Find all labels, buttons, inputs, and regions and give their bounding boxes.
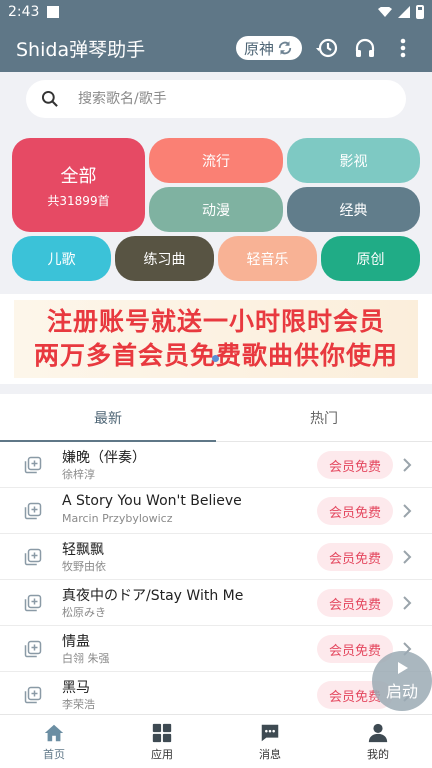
play-icon bbox=[398, 662, 408, 674]
song-list: 嫌晚（伴奏） 徐梓淳 会员免费 A Story You Won't Believe Ma… bbox=[0, 442, 432, 714]
category-label: 原创 bbox=[356, 251, 385, 268]
category-all[interactable]: 全部 共31899首 bbox=[12, 138, 145, 232]
history-button[interactable] bbox=[314, 35, 340, 61]
app-bar: Shida弹琴助手 原神 bbox=[0, 24, 432, 72]
signal-icon bbox=[398, 6, 410, 18]
notification-icon bbox=[47, 6, 60, 18]
search-area bbox=[0, 72, 432, 128]
category-all-count: 共31899首 bbox=[47, 193, 110, 208]
headphones-icon bbox=[355, 38, 375, 57]
more-vert-icon bbox=[400, 38, 406, 58]
song-row[interactable]: A Story You Won't Believe Marcin Przybylo… bbox=[0, 488, 432, 534]
tab-hot[interactable]: 热门 bbox=[216, 394, 432, 441]
song-artist: 徐梓淳 bbox=[62, 468, 95, 481]
headphones-button[interactable] bbox=[352, 35, 378, 61]
song-title: 嫌晚（伴奏） bbox=[62, 450, 146, 466]
song-artist: 牧野由依 bbox=[62, 560, 106, 573]
nav-profile[interactable]: 我的 bbox=[324, 715, 432, 768]
promo-banner[interactable]: 注册账号就送一小时限时会员 两万多首会员免费歌曲供你使用 bbox=[14, 300, 418, 378]
song-row[interactable]: 嫌晚（伴奏） 徐梓淳 会员免费 bbox=[0, 442, 432, 488]
battery-icon bbox=[416, 5, 424, 19]
banner-indicator-dot bbox=[212, 355, 219, 362]
category-label: 动漫 bbox=[202, 202, 230, 219]
nav-label: 我的 bbox=[367, 747, 389, 761]
category-grid: 全部 共31899首 流行 影视 动漫 经典 儿歌 练习曲 轻音乐 原创 bbox=[0, 128, 432, 290]
category-label: 影视 bbox=[339, 153, 368, 170]
more-button[interactable] bbox=[390, 35, 416, 61]
category-pop[interactable]: 流行 bbox=[149, 138, 283, 183]
message-icon bbox=[261, 724, 279, 741]
nav-label: 消息 bbox=[259, 747, 281, 761]
tab-latest[interactable]: 最新 bbox=[0, 394, 216, 442]
search-icon bbox=[41, 90, 58, 107]
chevron-right-icon[interactable] bbox=[401, 457, 413, 473]
song-title: 轻飘飘 bbox=[62, 542, 104, 558]
chevron-right-icon[interactable] bbox=[401, 595, 413, 611]
chevron-right-icon[interactable] bbox=[401, 549, 413, 565]
nav-home[interactable]: 首页 bbox=[0, 715, 108, 768]
bottom-nav: 首页 应用 消息 我的 bbox=[0, 714, 432, 768]
add-to-list-icon[interactable] bbox=[24, 548, 42, 566]
refresh-icon bbox=[278, 41, 292, 55]
nav-label: 应用 bbox=[151, 747, 173, 761]
add-to-list-icon[interactable] bbox=[24, 686, 42, 704]
home-icon bbox=[44, 724, 64, 741]
song-title: 真夜中のドア/Stay With Me bbox=[62, 588, 244, 604]
game-mode-switch[interactable]: 原神 bbox=[235, 36, 302, 60]
category-label: 儿歌 bbox=[47, 251, 76, 268]
add-to-list-icon[interactable] bbox=[24, 594, 42, 612]
section-gap bbox=[0, 384, 432, 394]
song-artist: Marcin Przybylowicz bbox=[62, 512, 173, 525]
song-title: 黑马 bbox=[62, 680, 90, 696]
vip-free-badge[interactable]: 会员免费 bbox=[317, 589, 393, 617]
start-button[interactable]: 启动 bbox=[372, 651, 432, 711]
vip-free-badge[interactable]: 会员免费 bbox=[317, 451, 393, 479]
category-kids[interactable]: 儿歌 bbox=[12, 236, 111, 281]
song-tabs: 最新 热门 bbox=[0, 394, 432, 442]
category-original[interactable]: 原创 bbox=[321, 236, 420, 281]
category-etude[interactable]: 练习曲 bbox=[115, 236, 214, 281]
song-artist: 李荣浩 bbox=[62, 698, 95, 711]
category-label: 流行 bbox=[202, 153, 230, 170]
start-label: 启动 bbox=[385, 682, 418, 701]
game-mode-label: 原神 bbox=[243, 39, 274, 58]
search-box[interactable] bbox=[26, 80, 406, 118]
person-icon bbox=[368, 723, 388, 742]
song-artist: 松原みき bbox=[62, 606, 106, 619]
add-to-list-icon[interactable] bbox=[24, 456, 42, 474]
category-label: 经典 bbox=[339, 202, 368, 219]
song-row[interactable]: 情蛊 白翎 朱强 会员免费 bbox=[0, 626, 432, 672]
song-title: A Story You Won't Believe bbox=[62, 493, 242, 509]
vip-free-badge[interactable]: 会员免费 bbox=[317, 543, 393, 571]
category-anime[interactable]: 动漫 bbox=[149, 187, 283, 232]
app-title: Shida弹琴助手 bbox=[16, 38, 146, 61]
add-to-list-icon[interactable] bbox=[24, 502, 42, 520]
song-row[interactable]: 轻飘飘牧野由依 会员免费 bbox=[0, 534, 432, 580]
nav-apps[interactable]: 应用 bbox=[108, 715, 216, 768]
category-label: 轻音乐 bbox=[246, 251, 289, 268]
banner-line-1: 注册账号就送一小时限时会员 bbox=[46, 307, 385, 336]
section-divider bbox=[0, 290, 432, 294]
category-all-label: 全部 bbox=[60, 165, 97, 187]
nav-messages[interactable]: 消息 bbox=[216, 715, 324, 768]
song-row[interactable]: 真夜中のドア/Stay With Me 松原みき 会员免费 bbox=[0, 580, 432, 626]
song-title: 情蛊 bbox=[62, 634, 90, 650]
wifi-icon bbox=[378, 7, 392, 17]
status-bar: 2:43 bbox=[0, 0, 432, 24]
category-classic[interactable]: 经典 bbox=[287, 187, 420, 232]
nav-label: 首页 bbox=[43, 747, 65, 761]
song-artist: 白翎 朱强 bbox=[62, 652, 110, 665]
category-label: 练习曲 bbox=[143, 251, 186, 268]
song-row[interactable]: 黑马 李荣浩 会员免费 bbox=[0, 672, 432, 714]
category-light-music[interactable]: 轻音乐 bbox=[218, 236, 317, 281]
status-time: 2:43 bbox=[8, 4, 40, 20]
add-to-list-icon[interactable] bbox=[24, 640, 42, 658]
apps-icon bbox=[152, 723, 172, 742]
history-icon bbox=[316, 38, 338, 58]
chevron-right-icon[interactable] bbox=[401, 503, 413, 519]
category-film[interactable]: 影视 bbox=[287, 138, 420, 183]
vip-free-badge[interactable]: 会员免费 bbox=[317, 497, 393, 525]
search-input[interactable] bbox=[78, 91, 358, 107]
status-icons bbox=[378, 5, 424, 19]
